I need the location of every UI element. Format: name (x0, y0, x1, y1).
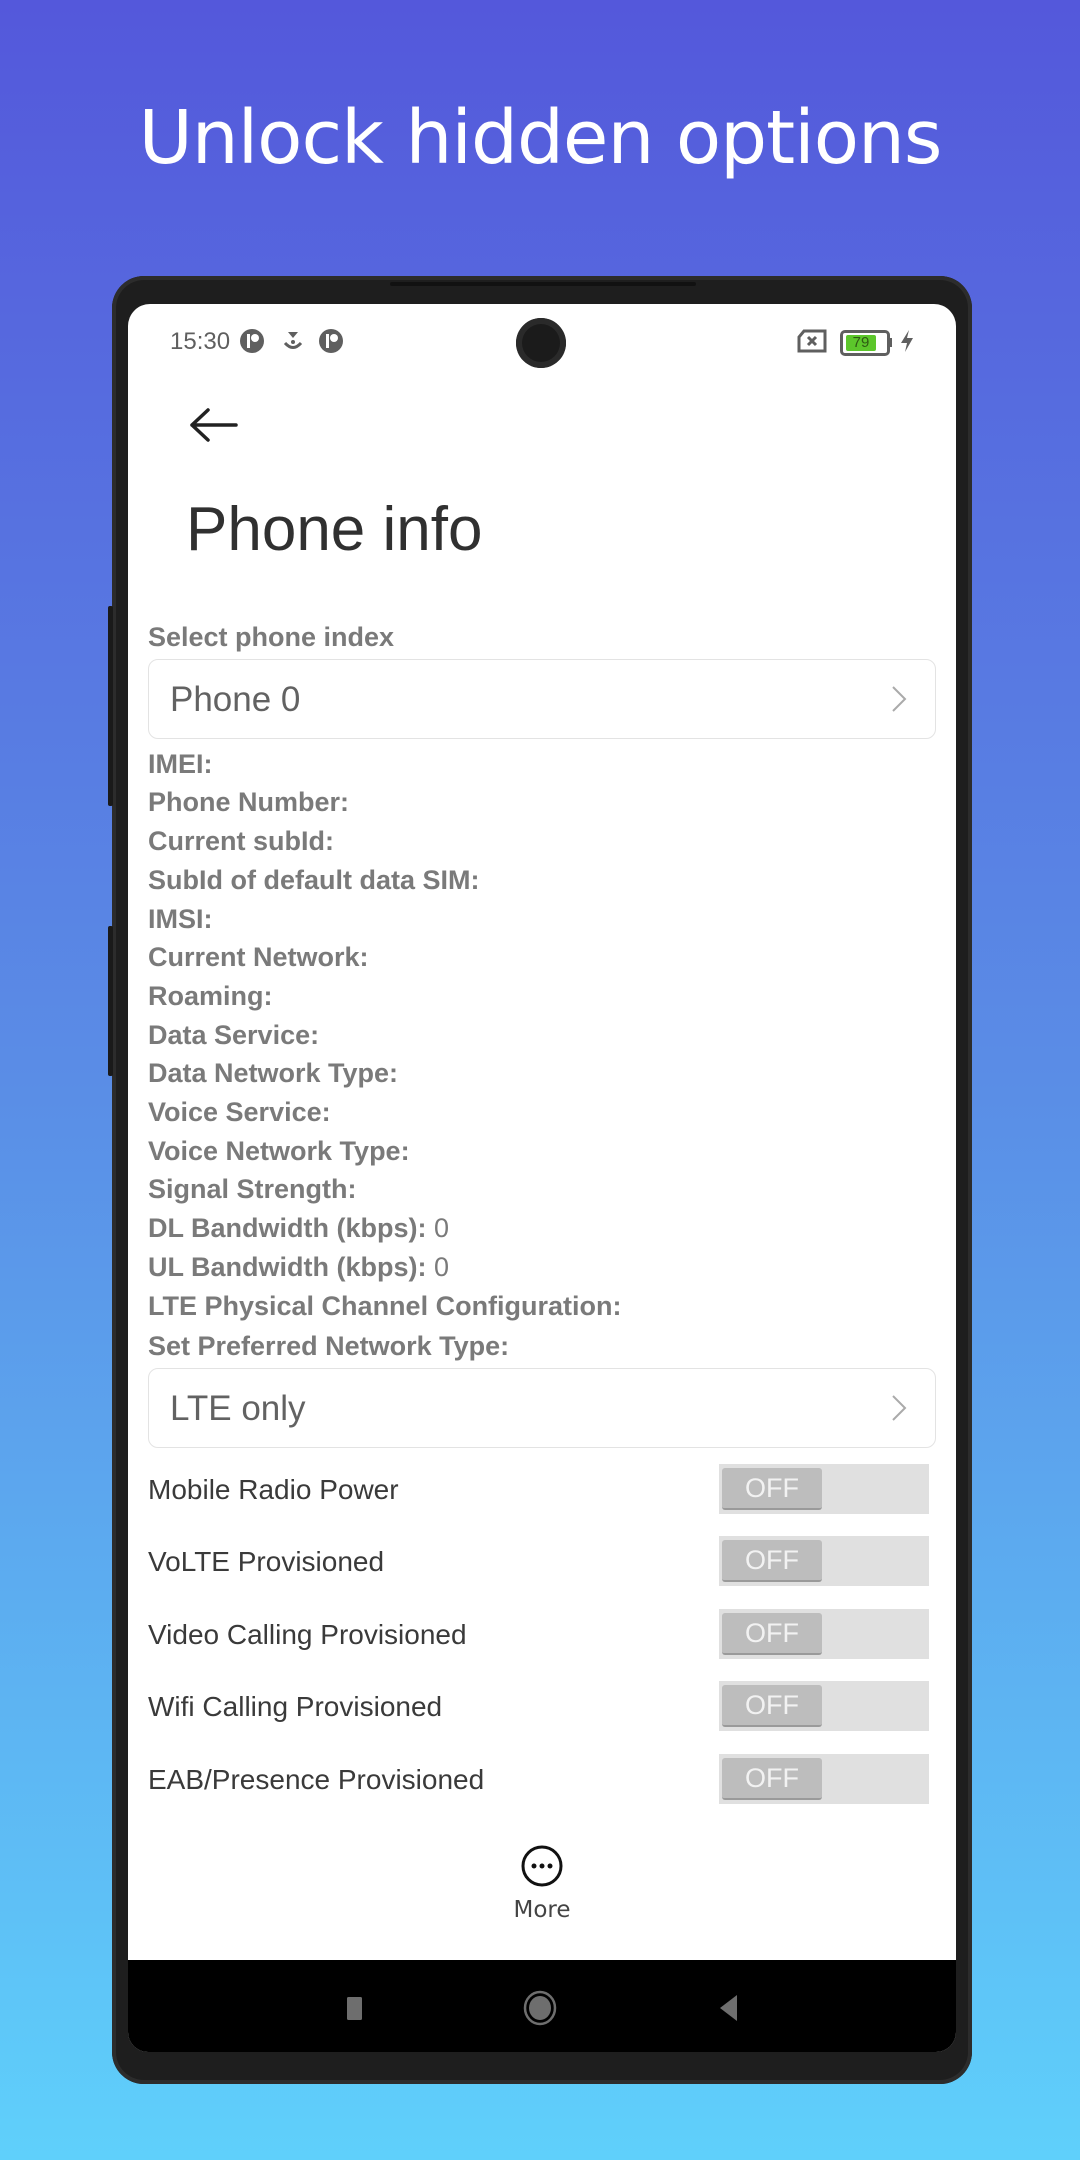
charging-icon (901, 330, 913, 352)
app-notification-icon (319, 329, 343, 353)
eab-presence-provisioned-toggle[interactable]: OFF (719, 1753, 929, 1804)
back-button[interactable] (186, 400, 246, 450)
page-title: Phone info (186, 495, 483, 564)
toggle-label: EAB/Presence Provisioned (148, 1763, 485, 1795)
network-type-select[interactable]: LTE only (148, 1367, 936, 1448)
status-bar: 15:30 79 (128, 304, 956, 384)
status-time: 15:30 (170, 328, 231, 355)
toggle-thumb: OFF (722, 1540, 822, 1583)
wifi-calling-provisioned-toggle[interactable]: OFF (719, 1681, 929, 1732)
info-field-data-service: Data Service: (148, 1019, 320, 1050)
info-field-signal-strength: Signal Strength: (148, 1174, 357, 1205)
info-field-imei: IMEI: (148, 748, 213, 779)
info-field-dl-bandwidth: DL Bandwidth (kbps): 0 (148, 1213, 450, 1244)
toggle-thumb: OFF (722, 1685, 822, 1728)
toggle-label: VoLTE Provisioned (148, 1546, 385, 1578)
chevron-right-icon (892, 1395, 907, 1421)
more-label: More (513, 1897, 571, 1923)
home-icon[interactable] (522, 1990, 558, 2026)
info-field-lte-phys-channel-config: LTE Physical Channel Configuration: (148, 1290, 622, 1321)
toggle-thumb: OFF (722, 1757, 822, 1800)
chevron-right-icon (892, 685, 907, 712)
info-field-imsi: IMSI: (148, 903, 213, 934)
no-sim-icon (797, 329, 827, 353)
network-type-value: LTE only (170, 1388, 306, 1428)
more-options-icon (521, 1845, 563, 1887)
info-field-current-network: Current Network: (148, 942, 369, 973)
toggle-thumb: OFF (722, 1612, 822, 1655)
phone-frame: 15:30 79 Phone info Select phone index P… (108, 276, 972, 2084)
info-field-voice-network-type: Voice Network Type: (148, 1135, 410, 1166)
volume-button (108, 606, 113, 806)
mobile-radio-power-toggle[interactable]: OFF (719, 1463, 929, 1514)
front-camera (516, 318, 566, 368)
network-type-label: Set Preferred Network Type: (148, 1331, 510, 1362)
info-field-voice-service: Voice Service: (148, 1097, 331, 1128)
info-field-default-data-subid: SubId of default data SIM: (148, 864, 480, 895)
toggle-label: Video Calling Provisioned (148, 1618, 467, 1650)
phone-screen: 15:30 79 Phone info Select phone index P… (128, 304, 956, 2052)
info-field-roaming: Roaming: (148, 980, 273, 1011)
info-fields: IMEI: Phone Number: Current subId: SubId… (148, 745, 936, 1326)
more-button[interactable]: More (492, 1844, 592, 1923)
back-arrow-icon (190, 408, 238, 442)
phone-index-value: Phone 0 (170, 679, 301, 719)
toggle-label: Wifi Calling Provisioned (148, 1691, 443, 1723)
download-icon (283, 332, 303, 349)
toggle-thumb: OFF (722, 1467, 822, 1510)
toggle-row-video-calling-provisioned: Video Calling Provisioned OFF (148, 1599, 936, 1672)
toggle-list: Mobile Radio Power OFF VoLTE Provisioned… (148, 1454, 936, 1817)
info-field-ul-bandwidth: UL Bandwidth (kbps): 0 (148, 1251, 450, 1282)
promo-headline: Unlock hidden options (138, 95, 943, 181)
toggle-row-eab-presence-provisioned: EAB/Presence Provisioned OFF (148, 1744, 936, 1817)
toggle-label: Mobile Radio Power (148, 1473, 399, 1505)
phone-index-label: Select phone index (148, 622, 395, 652)
battery-fill: 79 (846, 335, 876, 351)
info-field-phone-number: Phone Number: (148, 787, 350, 818)
power-button (108, 926, 113, 1076)
toggle-row-volte-provisioned: VoLTE Provisioned OFF (148, 1526, 936, 1599)
app-notification-icon (240, 329, 264, 353)
info-field-current-subid: Current subId: (148, 826, 334, 857)
earpiece-speaker (390, 282, 696, 286)
video-calling-provisioned-toggle[interactable]: OFF (719, 1608, 929, 1659)
phone-info-content: Select phone index Phone 0 IMEI: Phone N… (148, 618, 936, 1816)
phone-index-select[interactable]: Phone 0 (148, 658, 936, 739)
toggle-row-mobile-radio-power: Mobile Radio Power OFF (148, 1454, 936, 1527)
info-field-data-network-type: Data Network Type: (148, 1058, 399, 1089)
recents-icon[interactable] (337, 1990, 373, 2026)
navigation-bar (128, 1960, 956, 2052)
back-nav-icon[interactable] (710, 1990, 746, 2026)
toggle-row-wifi-calling-provisioned: Wifi Calling Provisioned OFF (148, 1671, 936, 1744)
battery-icon: 79 (840, 328, 892, 356)
volte-provisioned-toggle[interactable]: OFF (719, 1536, 929, 1587)
